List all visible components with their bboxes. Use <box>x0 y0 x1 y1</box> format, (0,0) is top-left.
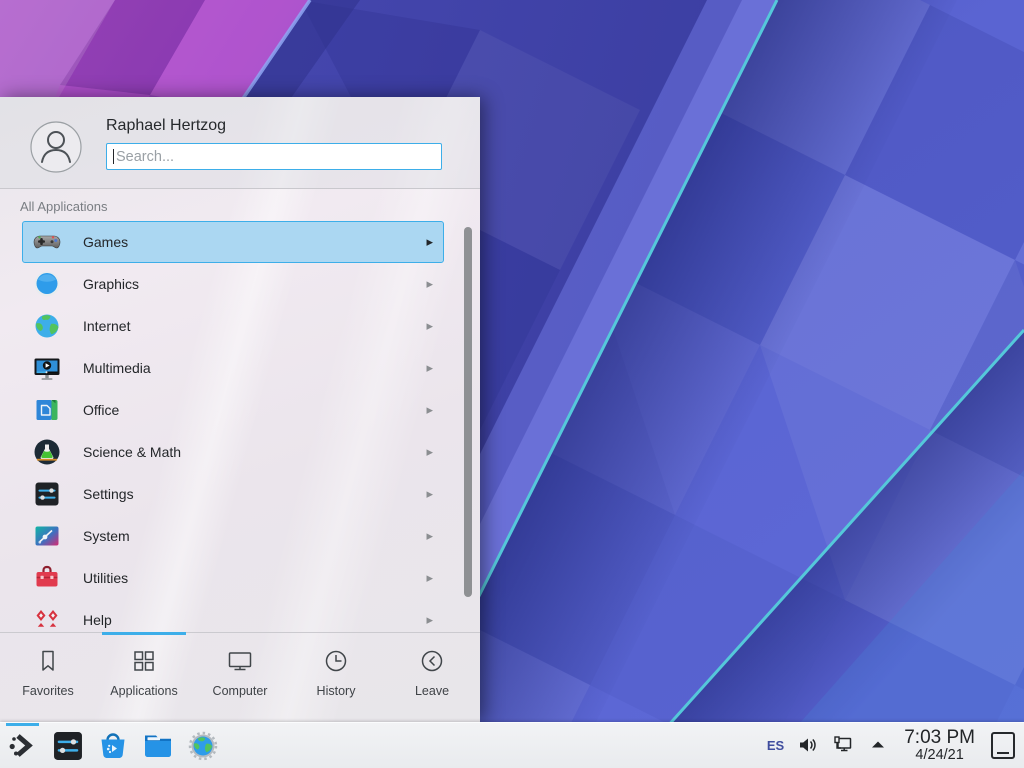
web-browser-button[interactable] <box>180 723 225 768</box>
category-list: Games ▸ Graphics ▸ Internet ▸ Mu <box>0 221 480 632</box>
graphics-icon <box>33 270 61 298</box>
application-launcher-menu: Raphael Hertzog Search... All Applicatio… <box>0 97 480 722</box>
submenu-arrow-icon: ▸ <box>426 612 433 628</box>
launcher-tab[interactable]: Favorites <box>0 633 96 722</box>
network-icon[interactable] <box>832 734 854 756</box>
category-item[interactable]: Multimedia ▸ <box>22 347 444 389</box>
category-item[interactable]: Games ▸ <box>22 221 444 263</box>
category-item[interactable]: System ▸ <box>22 515 444 557</box>
discover-button[interactable] <box>90 723 135 768</box>
category-item[interactable]: Utilities ▸ <box>22 557 444 599</box>
launcher-header: Raphael Hertzog Search... <box>0 97 480 189</box>
launcher-tab[interactable]: History <box>288 633 384 722</box>
category-label: Settings <box>83 486 426 502</box>
tab-label: Leave <box>415 684 449 698</box>
tab-label: History <box>317 684 356 698</box>
discover-icon <box>96 729 130 763</box>
category-item[interactable]: Science & Math ▸ <box>22 431 444 473</box>
submenu-arrow-icon: ▸ <box>426 444 433 460</box>
system-tray: ES 7:03 PM 4/24/21 <box>767 728 1024 763</box>
category-label: Science & Math <box>83 444 426 460</box>
browser-icon <box>186 729 220 763</box>
category-label: Graphics <box>83 276 426 292</box>
favorites-icon <box>33 646 63 676</box>
category-label: System <box>83 528 426 544</box>
science-icon <box>33 438 61 466</box>
tab-label: Applications <box>110 684 177 698</box>
computer-icon <box>225 646 255 676</box>
multimedia-icon <box>33 354 61 382</box>
user-name: Raphael Hertzog <box>106 117 450 135</box>
office-icon <box>33 396 61 424</box>
submenu-arrow-icon: ▸ <box>426 360 433 376</box>
tab-label: Computer <box>213 684 268 698</box>
launcher-tabbar: Favorites Applications Computer History <box>0 632 480 722</box>
user-avatar-icon <box>30 121 82 173</box>
scrollbar-thumb[interactable] <box>464 227 472 597</box>
application-launcher-button[interactable] <box>0 723 45 768</box>
launcher-tab[interactable]: Computer <box>192 633 288 722</box>
help-icon <box>33 606 61 632</box>
desktop: Raphael Hertzog Search... All Applicatio… <box>0 0 1024 768</box>
expand-arrow-icon[interactable] <box>867 734 889 756</box>
category-label: Games <box>83 234 426 250</box>
submenu-arrow-icon: ▸ <box>426 486 433 502</box>
applications-icon <box>129 646 159 676</box>
taskbar-launchers <box>0 723 225 768</box>
submenu-arrow-icon: ▸ <box>426 276 433 292</box>
submenu-arrow-icon: ▸ <box>426 528 433 544</box>
section-label: All Applications <box>0 189 480 219</box>
category-label: Internet <box>83 318 426 334</box>
system-icon <box>33 522 61 550</box>
games-icon <box>33 228 61 256</box>
digital-clock[interactable]: 7:03 PM 4/24/21 <box>904 728 975 763</box>
category-label: Help <box>83 612 426 628</box>
system-settings-button[interactable] <box>45 723 90 768</box>
sysconfig-icon <box>51 729 85 763</box>
tray-icons <box>797 734 889 756</box>
file-manager-button[interactable] <box>135 723 180 768</box>
submenu-arrow-icon: ▸ <box>426 234 433 250</box>
clock-date: 4/24/21 <box>904 748 975 763</box>
keyboard-layout-indicator[interactable]: ES <box>767 738 784 753</box>
category-item[interactable]: Settings ▸ <box>22 473 444 515</box>
search-placeholder: Search... <box>116 149 174 165</box>
volume-icon[interactable] <box>797 734 819 756</box>
submenu-arrow-icon: ▸ <box>426 402 433 418</box>
category-label: Utilities <box>83 570 426 586</box>
submenu-arrow-icon: ▸ <box>426 570 433 586</box>
launcher-icon <box>6 729 40 763</box>
settings-icon <box>33 480 61 508</box>
utilities-icon <box>33 564 61 592</box>
text-caret <box>113 149 114 164</box>
show-desktop-glyph <box>997 752 1009 754</box>
show-desktop-button[interactable] <box>991 732 1015 759</box>
leave-icon <box>417 646 447 676</box>
user-avatar[interactable] <box>30 121 82 173</box>
category-item[interactable]: Graphics ▸ <box>22 263 444 305</box>
internet-icon <box>33 312 61 340</box>
search-input[interactable]: Search... <box>106 143 442 170</box>
taskbar: ES 7:03 PM 4/24/21 <box>0 722 1024 768</box>
submenu-arrow-icon: ▸ <box>426 318 433 334</box>
header-right: Raphael Hertzog Search... <box>106 111 450 188</box>
history-icon <box>321 646 351 676</box>
category-label: Office <box>83 402 426 418</box>
category-item[interactable]: Help ▸ <box>22 599 444 632</box>
launcher-tab[interactable]: Leave <box>384 633 480 722</box>
clock-time: 7:03 PM <box>904 728 975 748</box>
tab-label: Favorites <box>22 684 73 698</box>
category-item[interactable]: Office ▸ <box>22 389 444 431</box>
launcher-tab[interactable]: Applications <box>96 633 192 722</box>
category-item[interactable]: Internet ▸ <box>22 305 444 347</box>
files-icon <box>141 729 175 763</box>
category-label: Multimedia <box>83 360 426 376</box>
